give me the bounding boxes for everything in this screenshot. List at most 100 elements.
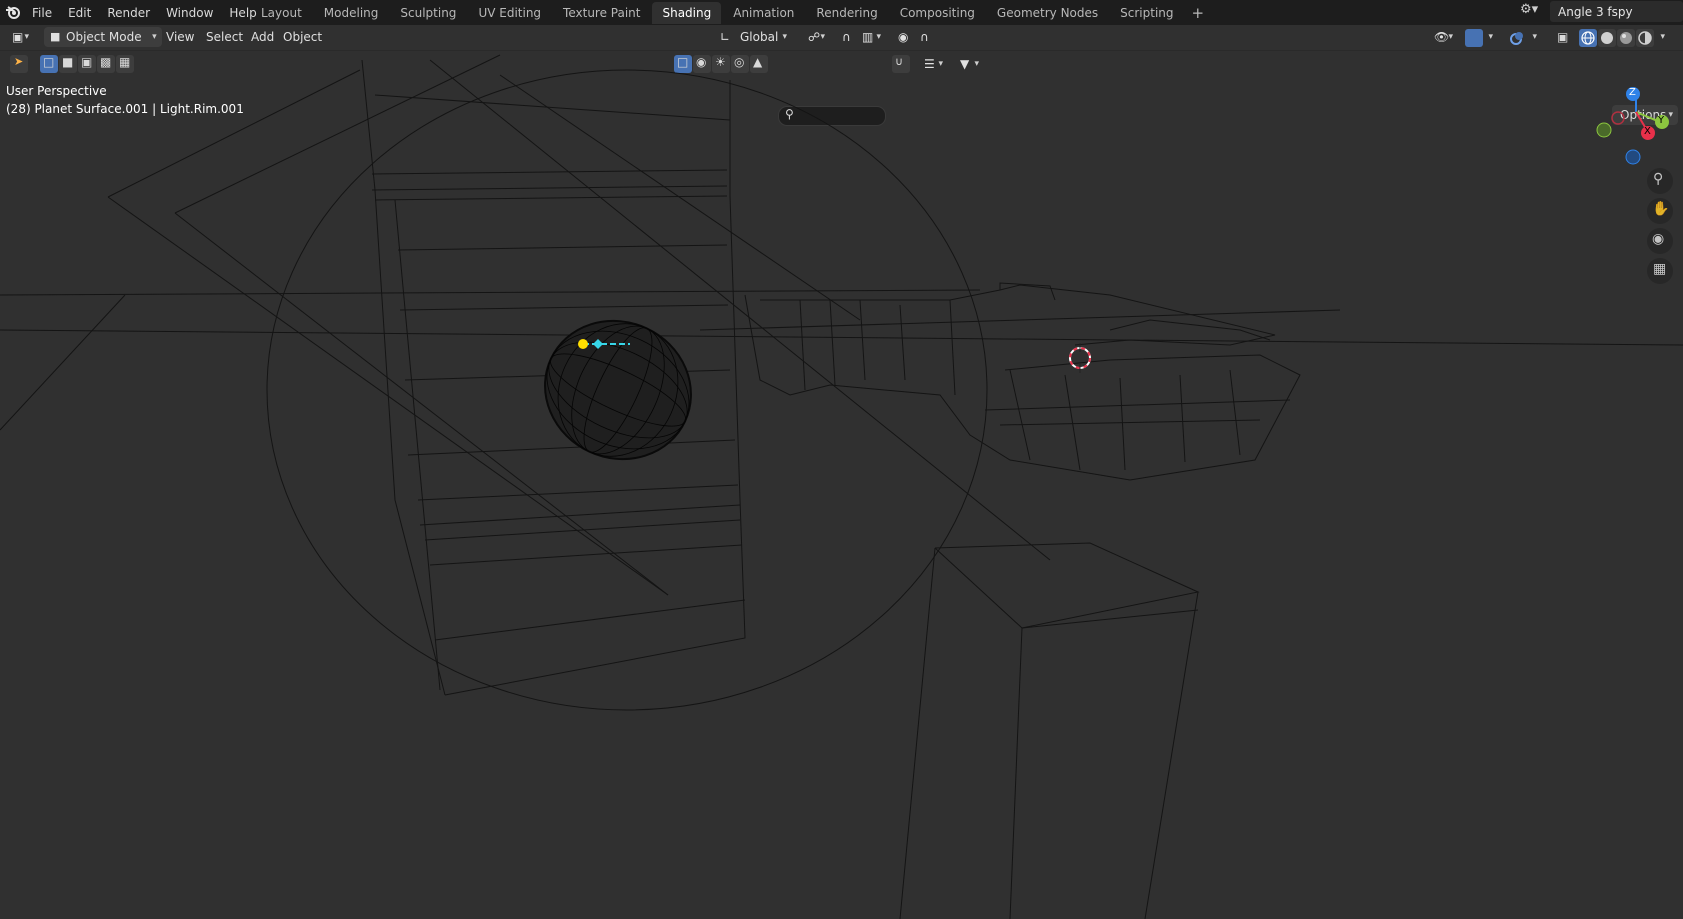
overlays-icon	[1510, 32, 1523, 45]
filter-texture[interactable]: ▲	[750, 55, 768, 73]
snap-toggle[interactable]: ∩	[836, 27, 854, 47]
3d-cursor-icon	[1069, 343, 1091, 373]
add-menu[interactable]: Add	[245, 27, 280, 47]
menu-edit[interactable]: Edit	[60, 6, 99, 20]
tab-scripting[interactable]: Scripting	[1110, 2, 1183, 24]
options-dropdown[interactable]: Options ▾	[1612, 105, 1678, 125]
search-input[interactable]: ⚲	[778, 106, 886, 126]
view-menu[interactable]: View	[160, 27, 200, 47]
hierarchy-dropdown[interactable]: ☰ ▾	[918, 54, 948, 74]
wireframe-sphere-icon	[1581, 31, 1595, 45]
shading-material[interactable]	[1617, 29, 1635, 47]
tab-compositing[interactable]: Compositing	[890, 2, 985, 24]
select-mode-extend[interactable]: ■	[59, 55, 77, 73]
tab-sculpting[interactable]: Sculpting	[390, 2, 466, 24]
pivot-icon: ☍	[808, 30, 821, 44]
select-mode-new[interactable]: □	[40, 55, 58, 73]
material-sphere-icon	[1620, 32, 1632, 44]
ortho-toggle-button[interactable]: ▦	[1647, 258, 1673, 284]
eye-icon: 👁	[1434, 30, 1450, 44]
snap-target-dropdown[interactable]: ▥ ▾	[856, 27, 886, 47]
rendered-sphere-icon	[1638, 31, 1652, 45]
select-invert-icon: ▩	[100, 55, 112, 69]
tab-geometry-nodes[interactable]: Geometry Nodes	[987, 2, 1108, 24]
tab-uv-editing[interactable]: UV Editing	[468, 2, 551, 24]
tab-layout[interactable]: Layout	[251, 2, 312, 24]
curve-filter-button[interactable]: ∪	[892, 55, 910, 73]
transform-orientation-dropdown[interactable]: ∟ Global ▾	[716, 27, 792, 47]
select-extend-icon: ■	[62, 55, 74, 69]
pivot-point-dropdown[interactable]: ☍ ▾	[802, 27, 830, 47]
gizmo-z-label: Z	[1629, 87, 1636, 98]
snap-increment-icon: ▥	[862, 30, 874, 44]
tab-texture-paint[interactable]: Texture Paint	[553, 2, 650, 24]
xray-toggle[interactable]: ▣	[1554, 29, 1572, 47]
select-intersect-icon: ▦	[119, 55, 131, 69]
shading-dropdown[interactable]: ▾	[1656, 27, 1670, 47]
select-mode-subtract[interactable]: ▣	[78, 55, 96, 73]
proportional-edit-toggle[interactable]: ◉	[892, 27, 910, 47]
material-filter-icon: ◉	[696, 55, 707, 69]
add-workspace-icon[interactable]: +	[1186, 4, 1211, 22]
top-bar: File Edit Render Window Help Layout Mode…	[0, 0, 1683, 25]
pan-button[interactable]: ✋	[1647, 198, 1673, 224]
zoom-button[interactable]: ⚲	[1647, 168, 1673, 194]
tab-animation[interactable]: Animation	[723, 2, 804, 24]
select-menu[interactable]: Select	[200, 27, 249, 47]
select-new-icon: □	[43, 55, 55, 69]
menu-window[interactable]: Window	[158, 6, 221, 20]
filter-mesh[interactable]: □	[674, 55, 692, 73]
wireframe-lines	[0, 54, 1683, 919]
blender-logo-icon[interactable]	[5, 4, 21, 20]
scene-name-field[interactable]: Angle 3 fspy	[1550, 1, 1683, 22]
visibility-dropdown[interactable]: 👁 ▾	[1428, 27, 1458, 47]
filter-world[interactable]: ◎	[731, 55, 749, 73]
grid-icon: ▦	[1653, 261, 1667, 277]
gizmo-neg-z-icon[interactable]	[1625, 149, 1641, 165]
world-filter-icon: ◎	[734, 55, 745, 69]
overlays-toggle[interactable]	[1508, 29, 1526, 47]
menu-render[interactable]: Render	[99, 6, 158, 20]
solid-sphere-icon	[1601, 32, 1613, 44]
hierarchy-icon: ☰	[924, 57, 935, 71]
camera-icon: ◉	[1652, 231, 1665, 247]
gizmo-y-label: Y	[1658, 115, 1665, 126]
gizmo-neg-y-icon[interactable]	[1596, 122, 1612, 138]
editor-type-button[interactable]: ▣ ▾	[6, 27, 34, 47]
tool-header: ➤ □ ■ ▣ ▩ ▦ □ ◉ ☀ ◎ ▲ ⚲ ∪ ☰ ▾ ▼ ▾ Options ▾	[0, 51, 1683, 126]
view-perspective-label: User Perspective	[6, 84, 107, 98]
shading-rendered[interactable]	[1636, 29, 1654, 47]
shading-wireframe[interactable]	[1579, 29, 1597, 47]
select-mode-invert[interactable]: ▩	[97, 55, 115, 73]
shading-solid[interactable]	[1598, 29, 1616, 47]
mode-dropdown[interactable]: ■ Object Mode ▾	[44, 27, 162, 47]
viewport-header: ▣ ▾ ■ Object Mode ▾ View Select Add Object…	[0, 25, 1683, 51]
filter-light[interactable]: ☀	[712, 55, 730, 73]
texture-filter-icon: ▲	[753, 55, 763, 69]
magnet-icon: ∩	[842, 30, 851, 44]
select-tool-button[interactable]: ➤	[10, 55, 28, 73]
filter-dropdown[interactable]: ▼ ▾	[954, 54, 984, 74]
scene-selector-icon[interactable]: ⚙▾	[1520, 2, 1548, 22]
tab-shading[interactable]: Shading	[652, 1, 722, 24]
curve-icon: ∪	[895, 55, 904, 68]
camera-view-button[interactable]: ◉	[1647, 228, 1673, 254]
funnel-icon: ▼	[960, 57, 970, 71]
menu-file[interactable]: File	[24, 6, 60, 20]
select-mode-intersect[interactable]: ▦	[116, 55, 134, 73]
tab-modeling[interactable]: Modeling	[314, 2, 389, 24]
search-icon: ⚲	[785, 107, 794, 121]
viewport-canvas[interactable]	[0, 0, 1683, 919]
active-object-info: (28) Planet Surface.001 | Light.Rim.001	[6, 102, 244, 116]
editor-type-icon: ▣	[12, 30, 24, 44]
gizmo-toggle[interactable]	[1465, 29, 1483, 47]
filter-material[interactable]: ◉	[693, 55, 711, 73]
object-menu[interactable]: Object	[277, 27, 328, 47]
proportional-edit-icon: ◉	[898, 30, 909, 44]
light-range-circle	[266, 69, 988, 711]
falloff-dropdown[interactable]: ∩	[914, 27, 942, 47]
gizmo-x-label: X	[1644, 126, 1651, 137]
gizmo-dropdown[interactable]: ▾	[1484, 27, 1498, 47]
overlays-dropdown[interactable]: ▾	[1528, 27, 1542, 47]
tab-rendering[interactable]: Rendering	[806, 2, 887, 24]
